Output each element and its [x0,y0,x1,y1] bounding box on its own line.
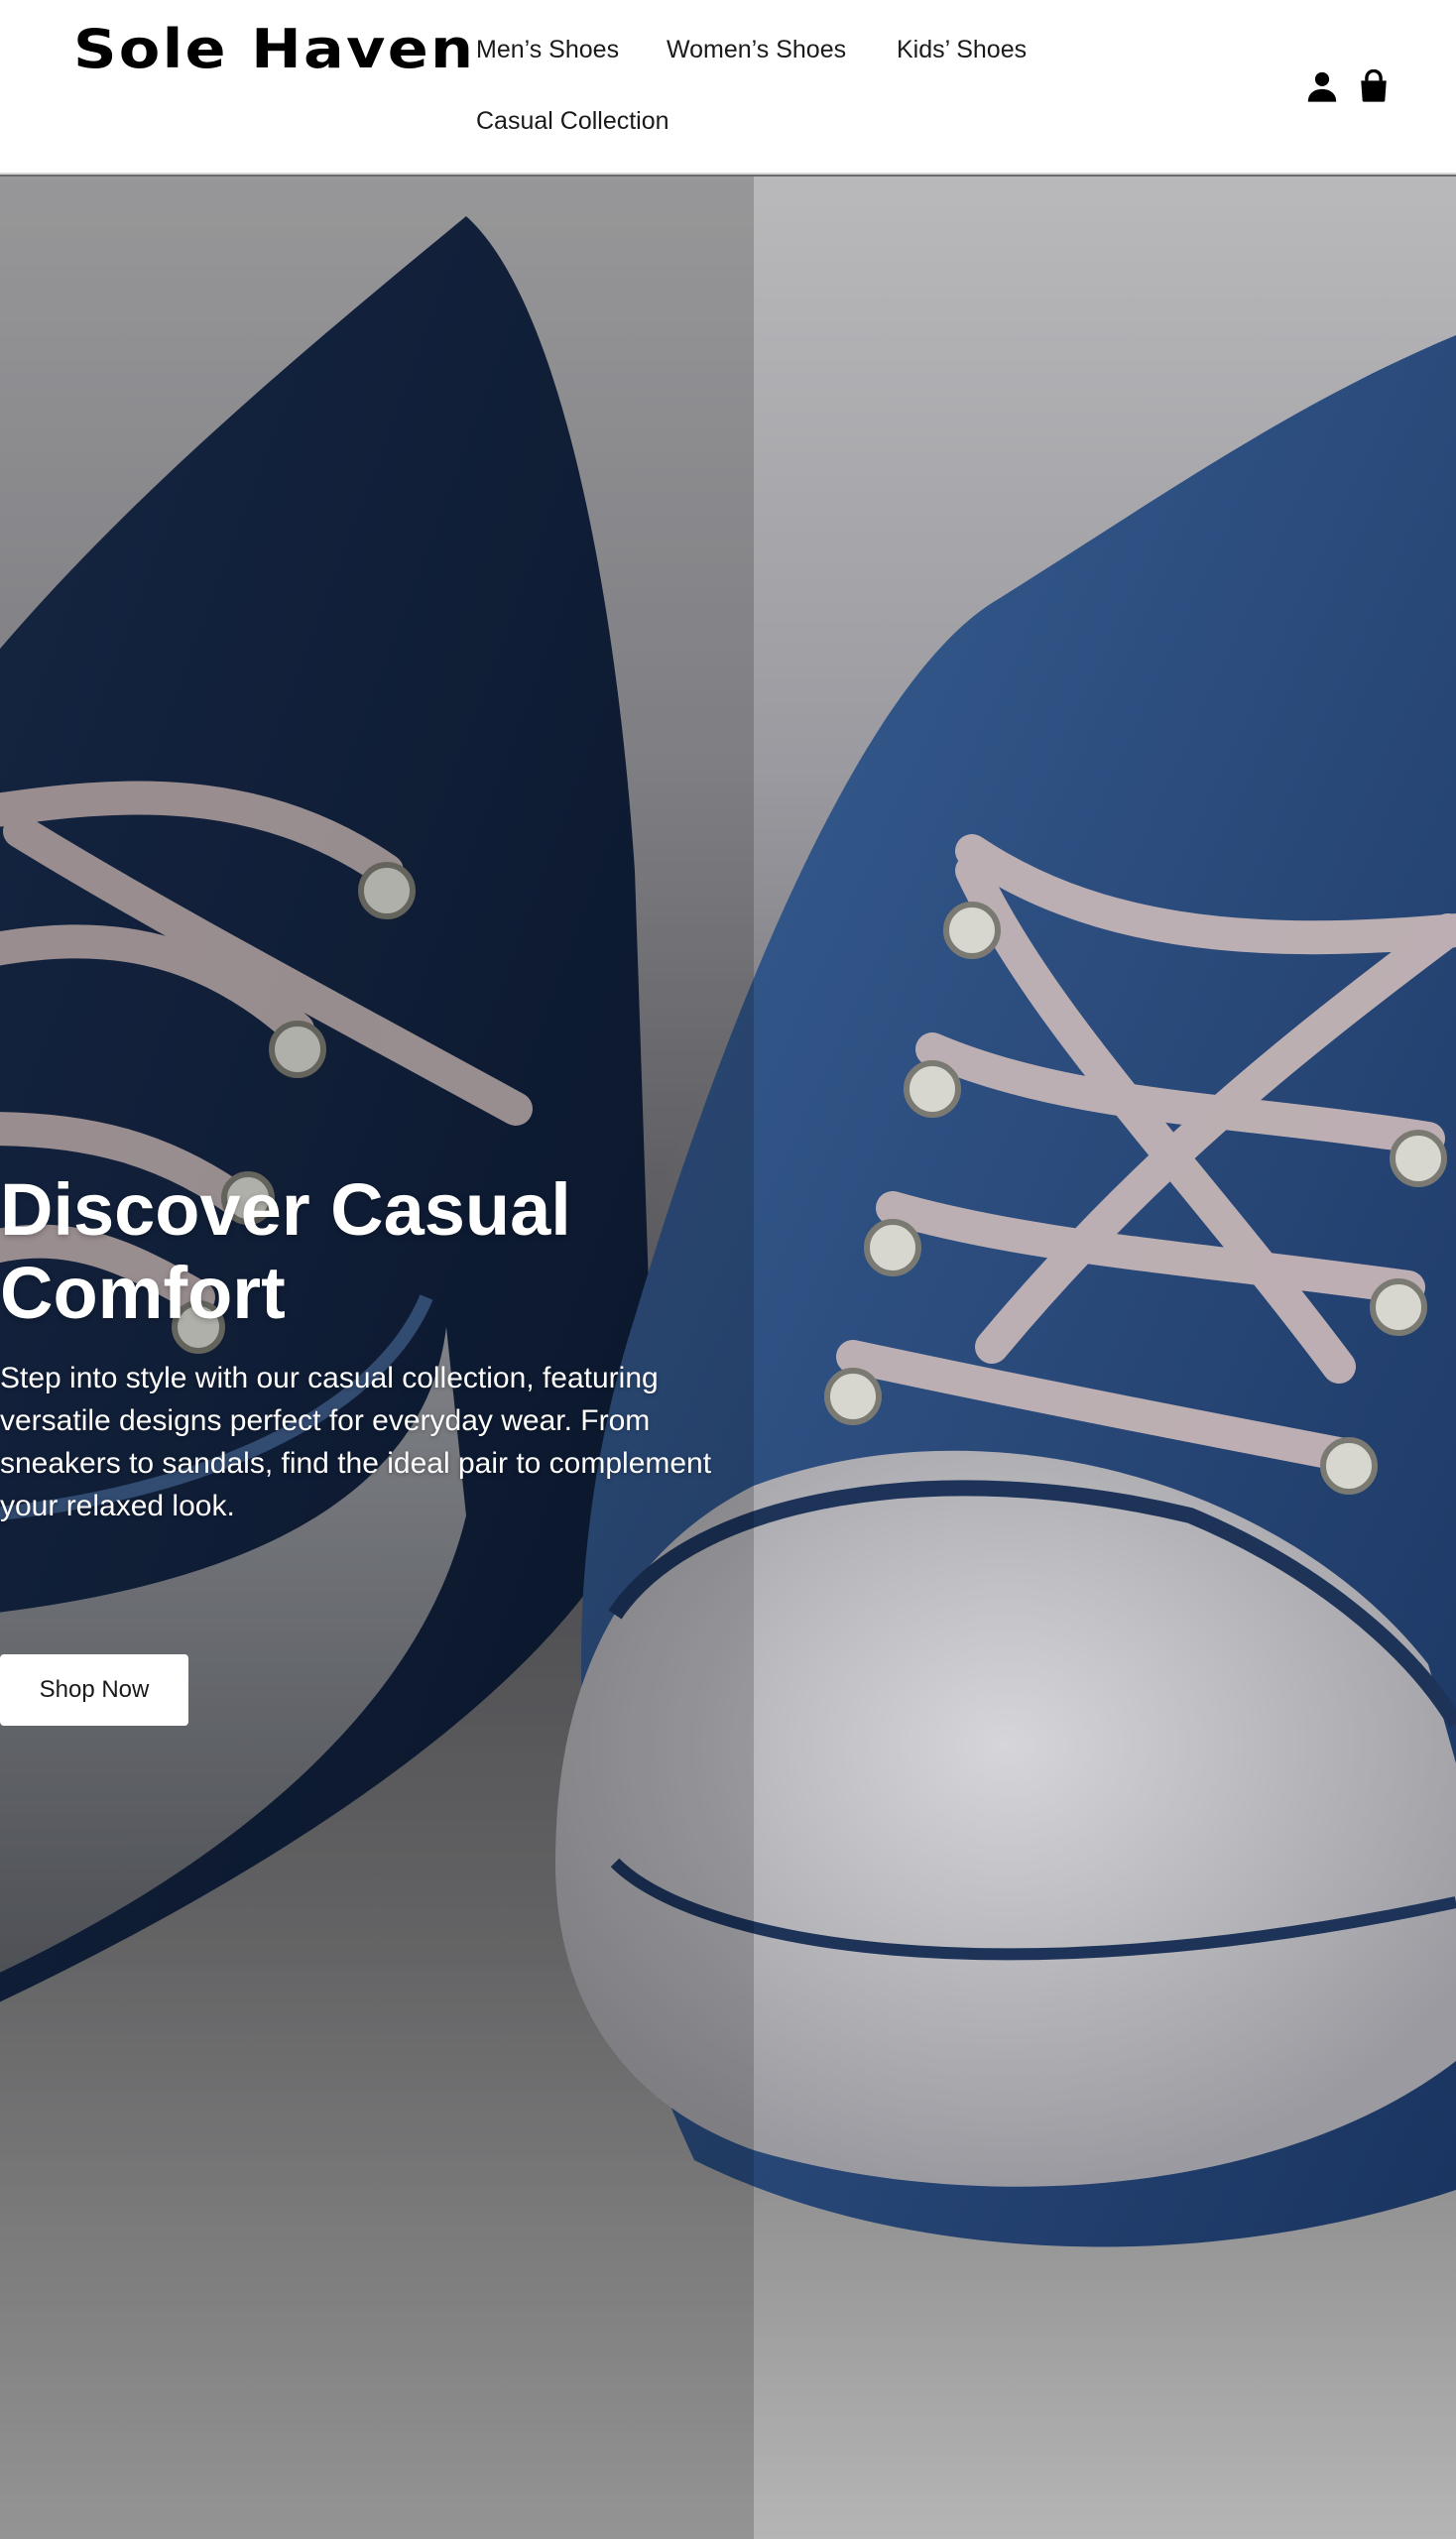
nav-item-kids-shoes[interactable]: Kids’ Shoes [897,36,1027,64]
nav-item-casual-collection[interactable]: Casual Collection [476,107,669,136]
site-logo[interactable]: Sole Haven [73,18,475,80]
nav-item-mens-shoes[interactable]: Men’s Shoes [476,36,619,64]
hero-section: Discover Casual Comfort Step into style … [0,177,1456,2539]
user-icon[interactable] [1305,69,1339,103]
site-header: Sole Haven Men’s Shoes Women’s Shoes Kid… [0,0,1456,175]
hero-title: Discover Casual Comfort [0,1168,571,1334]
shopping-bag-icon[interactable] [1357,69,1391,103]
hero-description: Step into style with our casual collecti… [0,1362,712,1522]
shop-now-button[interactable]: Shop Now [0,1654,188,1726]
nav-item-womens-shoes[interactable]: Women’s Shoes [667,36,846,64]
